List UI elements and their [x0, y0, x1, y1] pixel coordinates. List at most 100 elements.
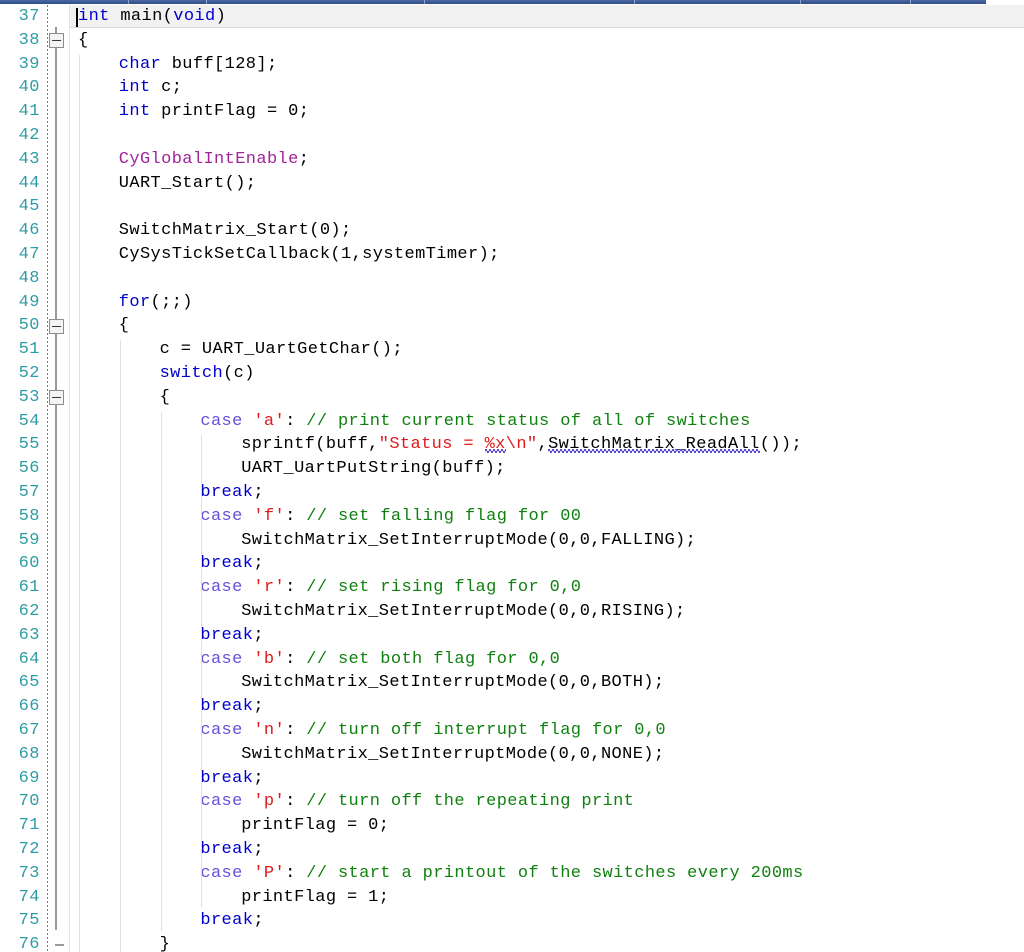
code-line[interactable]: case 'n': // turn off interrupt flag for… — [200, 719, 666, 743]
line-number: 69 — [18, 768, 40, 788]
toolbar-separator — [206, 0, 207, 4]
code-line[interactable]: printFlag = 1; — [241, 886, 389, 910]
line-number: 54 — [18, 411, 40, 431]
code-line[interactable]: CySysTickSetCallback(1,systemTimer); — [119, 243, 500, 267]
code-line[interactable]: SwitchMatrix_SetInterruptMode(0,0,RISING… — [241, 600, 685, 624]
code-line[interactable]: break; — [200, 909, 264, 933]
code-token-char: 'P' — [253, 863, 286, 883]
fold-toggle-minus-icon[interactable] — [49, 318, 64, 334]
code-token-plain: , — [537, 435, 549, 455]
code-line[interactable]: case 'r': // set rising flag for 0,0 — [200, 576, 581, 600]
code-line[interactable]: break; — [200, 481, 264, 505]
code-line[interactable]: printFlag = 0; — [241, 814, 389, 838]
code-line[interactable]: UART_UartPutString(buff); — [241, 457, 506, 481]
code-token-macro: CyGlobalIntEnable — [118, 149, 299, 169]
code-token-plain: SwitchMatrix_SetInterruptMode(0,0,NONE); — [241, 744, 665, 764]
code-line[interactable]: for(;;) — [119, 291, 193, 315]
code-token-keyword: char — [118, 54, 162, 74]
code-token-plain: ; — [253, 625, 264, 645]
code-line[interactable]: int c; — [119, 76, 183, 100]
toolbar-separator — [910, 0, 911, 4]
indent-guide — [119, 340, 121, 952]
line-number: 44 — [18, 173, 40, 193]
code-token-plain: : — [285, 411, 307, 431]
code-token-comment: // start a printout of the switches ever… — [306, 863, 804, 883]
code-line[interactable]: SwitchMatrix_SetInterruptMode(0,0,BOTH); — [241, 671, 664, 695]
code-line[interactable]: break; — [200, 624, 264, 648]
code-token-char: 'n' — [253, 721, 286, 740]
toolbar-separator — [634, 0, 635, 4]
code-token-plain: : — [285, 863, 307, 883]
code-token-control: break — [200, 911, 254, 931]
code-token-char: 'a' — [253, 411, 286, 431]
line-number: 47 — [18, 245, 40, 264]
line-number: 61 — [18, 578, 40, 598]
code-token-control: break — [200, 625, 254, 645]
code-line[interactable]: case 'p': // turn off the repeating prin… — [200, 790, 634, 814]
fold-spine-line — [55, 27, 57, 930]
code-token-plain: printFlag = 1; — [241, 887, 390, 907]
code-line[interactable]: SwitchMatrix_Start(0); — [119, 219, 352, 243]
fold-toggle-minus-icon[interactable] — [49, 390, 64, 406]
code-line[interactable]: case 'b': // set both flag for 0,0 — [200, 648, 560, 672]
code-token-comment: // turn off the repeating print — [306, 792, 635, 812]
code-text-area[interactable]: int main(void){char buff[128]; int c; int … — [70, 5, 1024, 952]
code-line[interactable]: break; — [200, 838, 264, 862]
code-line[interactable]: break; — [200, 767, 264, 791]
code-token-case: case — [200, 506, 243, 526]
code-token-plain: ()); — [759, 435, 803, 455]
toolbar-separator — [800, 0, 801, 4]
code-folding-column[interactable] — [49, 5, 69, 952]
code-line[interactable]: SwitchMatrix_SetInterruptMode(0,0,NONE); — [241, 743, 664, 767]
code-token-brace: { — [159, 387, 171, 407]
line-number: 45 — [18, 197, 40, 217]
line-number: 57 — [18, 483, 40, 502]
code-token-keyword: void — [173, 7, 216, 26]
gutter-dotted-rule — [47, 5, 48, 952]
line-number: 42 — [18, 126, 40, 145]
code-line[interactable]: int printFlag = 0; — [119, 100, 309, 124]
code-line[interactable]: case 'f': // set falling flag for 00 — [200, 505, 581, 529]
code-line[interactable]: switch(c) — [160, 362, 255, 386]
code-token-string: %x — [484, 435, 506, 455]
code-line[interactable]: SwitchMatrix_SetInterruptMode(0,0,FALLIN… — [241, 529, 696, 553]
code-line[interactable]: { — [160, 386, 171, 410]
code-token-keyword: int — [118, 102, 151, 122]
fold-toggle-minus-icon[interactable] — [49, 33, 64, 49]
code-line[interactable]: break; — [200, 695, 264, 719]
line-number: 67 — [18, 721, 40, 740]
code-line[interactable]: { — [119, 314, 130, 338]
code-editor-surface[interactable]: 37 38 39 40 41 42 43 44 45 46 47 48 49 50 51 52 53 54 55 56… — [0, 5, 1024, 952]
code-token-keyword: int — [118, 78, 151, 98]
code-token-plain: SwitchMatrix_Start(0); — [118, 221, 352, 241]
code-token-plain: ; — [253, 697, 264, 717]
code-token-char: 'b' — [253, 649, 286, 669]
code-line[interactable]: } — [160, 933, 171, 952]
code-token-brace: { — [78, 30, 89, 50]
code-token-brace: } — [159, 935, 171, 952]
line-number: 52 — [18, 364, 40, 383]
indent-guide — [160, 411, 162, 932]
code-token-plain: : — [285, 506, 307, 526]
code-line[interactable]: sprintf(buff,"Status = %x\n",SwitchMatri… — [241, 433, 802, 457]
code-line[interactable]: case 'a': // print current status of all… — [200, 410, 750, 434]
code-line[interactable]: CyGlobalIntEnable; — [119, 148, 309, 172]
code-token-plain: CySysTickSetCallback(1,systemTimer); — [118, 245, 500, 264]
code-line[interactable]: char buff[128]; — [119, 53, 278, 77]
code-token-keyword: int — [78, 7, 110, 26]
code-line[interactable]: c = UART_UartGetChar(); — [160, 338, 403, 362]
line-number: 48 — [18, 268, 40, 288]
code-line[interactable]: break; — [200, 552, 264, 576]
code-line[interactable]: int main(void) — [78, 5, 226, 29]
line-number: 75 — [18, 911, 40, 931]
code-line[interactable]: { — [78, 29, 89, 53]
code-token-plain: ; — [253, 840, 264, 859]
line-number: 37 — [18, 7, 40, 26]
line-number: 62 — [18, 602, 40, 621]
code-token-control: switch — [159, 364, 224, 383]
code-line[interactable]: case 'P': // start a printout of the swi… — [200, 862, 803, 886]
code-line[interactable]: UART_Start(); — [119, 172, 257, 196]
